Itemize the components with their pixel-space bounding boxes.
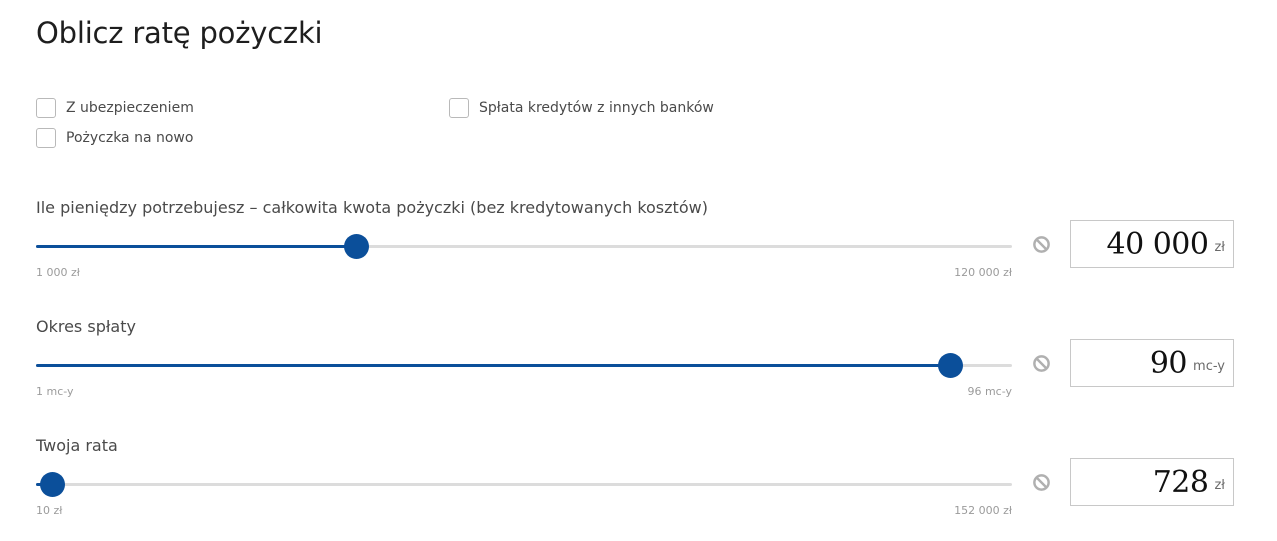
installment-input[interactable]: 728 zł: [1070, 458, 1234, 506]
period-input[interactable]: 90 mc-y: [1070, 339, 1234, 387]
installment-max-label: 152 000 zł: [954, 504, 1012, 517]
amount-min-label: 1 000 zł: [36, 266, 80, 279]
page-title: Oblicz ratę pożyczki: [36, 16, 323, 50]
installment-min-label: 10 zł: [36, 504, 63, 517]
consolidation-checkbox-label: Spłata kredytów z innych banków: [479, 100, 714, 116]
consolidation-checkbox-box[interactable]: [449, 98, 469, 118]
renew-checkbox-box[interactable]: [36, 128, 56, 148]
amount-unit: zł: [1214, 239, 1225, 255]
amount-input[interactable]: 40 000 zł: [1070, 220, 1234, 268]
period-value: 90: [1149, 345, 1188, 381]
period-max-label: 96 mc-y: [967, 385, 1012, 398]
insurance-checkbox-label: Z ubezpieczeniem: [66, 100, 194, 116]
period-unit: mc-y: [1193, 358, 1225, 374]
period-slider-track[interactable]: [36, 353, 1012, 378]
amount-slider-track[interactable]: [36, 234, 1012, 259]
installment-unit: zł: [1214, 477, 1225, 493]
period-min-label: 1 mc-y: [36, 385, 74, 398]
amount-value: 40 000: [1106, 226, 1209, 262]
period-label: Okres spłaty: [36, 317, 136, 336]
amount-slider-fill: [36, 245, 356, 248]
installment-slider-track[interactable]: [36, 472, 1012, 497]
consolidation-checkbox[interactable]: Spłata kredytów z innych banków: [449, 97, 714, 119]
renew-checkbox-label: Pożyczka na nowo: [66, 130, 194, 146]
insurance-checkbox-box[interactable]: [36, 98, 56, 118]
insurance-checkbox[interactable]: Z ubezpieczeniem: [36, 97, 194, 119]
period-slider-thumb[interactable]: [938, 353, 964, 378]
amount-slider-thumb[interactable]: [343, 234, 369, 259]
installment-label: Twoja rata: [36, 436, 118, 455]
amount-label: Ile pieniędzy potrzebujesz – całkowita k…: [36, 198, 708, 217]
block-icon[interactable]: [1032, 354, 1051, 373]
block-icon[interactable]: [1032, 473, 1051, 492]
amount-max-label: 120 000 zł: [954, 266, 1012, 279]
renew-checkbox[interactable]: Pożyczka na nowo: [36, 127, 193, 149]
installment-value: 728: [1152, 464, 1209, 500]
period-slider-fill: [36, 364, 951, 367]
block-icon[interactable]: [1032, 235, 1051, 254]
installment-slider-thumb[interactable]: [40, 472, 65, 497]
